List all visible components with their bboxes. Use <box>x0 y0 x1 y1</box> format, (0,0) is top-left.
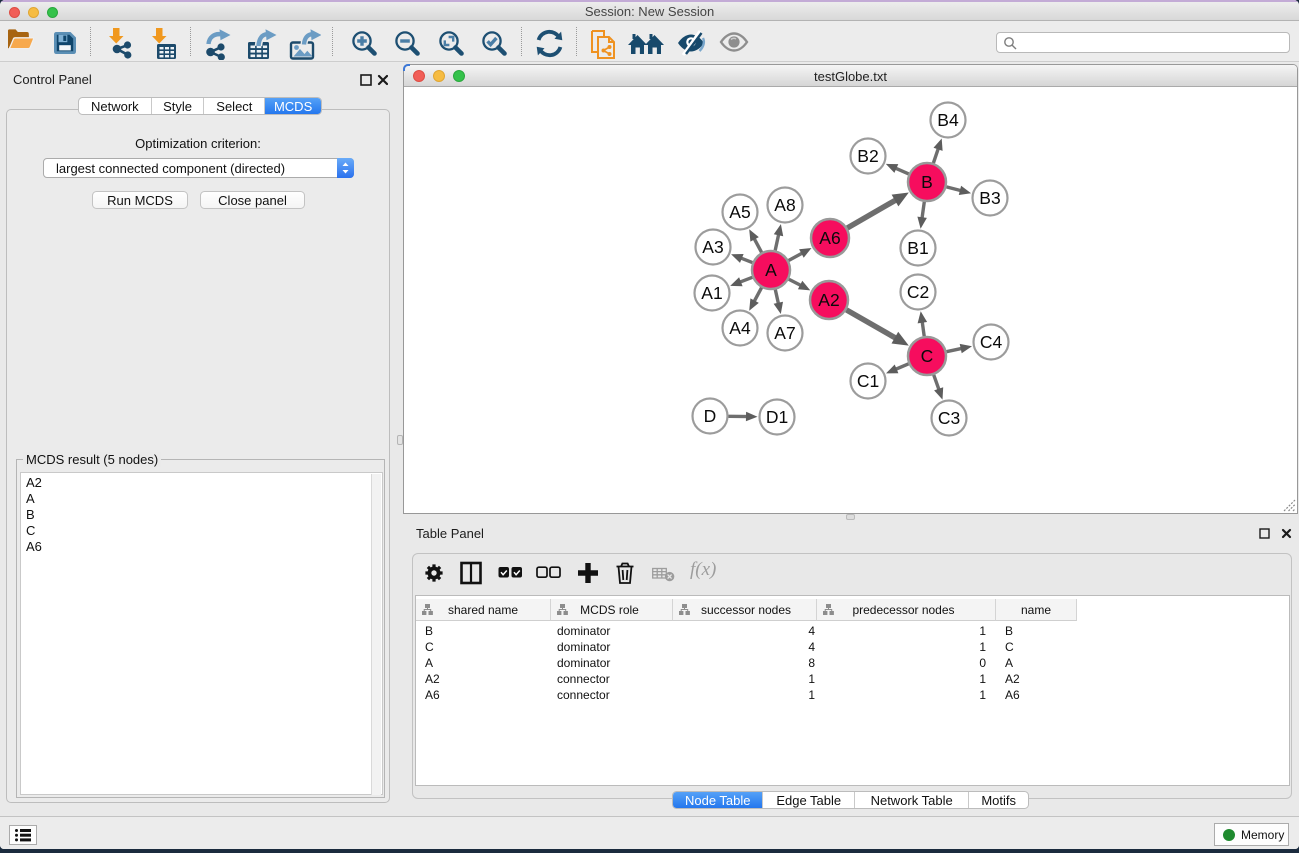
svg-text:C2: C2 <box>907 282 929 302</box>
svg-text:B3: B3 <box>979 188 1000 208</box>
svg-text:A8: A8 <box>774 195 795 215</box>
svg-text:A4: A4 <box>729 318 751 338</box>
svg-text:A3: A3 <box>702 237 723 257</box>
svg-text:B4: B4 <box>937 110 959 130</box>
svg-text:D1: D1 <box>766 407 788 427</box>
svg-text:A1: A1 <box>701 283 722 303</box>
svg-text:B: B <box>921 172 933 192</box>
svg-text:B2: B2 <box>857 146 878 166</box>
svg-text:A5: A5 <box>729 202 750 222</box>
svg-text:D: D <box>704 406 717 426</box>
svg-text:C: C <box>921 346 934 366</box>
svg-text:A7: A7 <box>774 323 795 343</box>
svg-text:C1: C1 <box>857 371 879 391</box>
svg-text:C3: C3 <box>938 408 960 428</box>
svg-text:B1: B1 <box>907 238 928 258</box>
svg-text:A6: A6 <box>819 228 840 248</box>
svg-text:A2: A2 <box>818 290 839 310</box>
svg-text:C4: C4 <box>980 332 1003 352</box>
svg-text:A: A <box>765 260 777 280</box>
